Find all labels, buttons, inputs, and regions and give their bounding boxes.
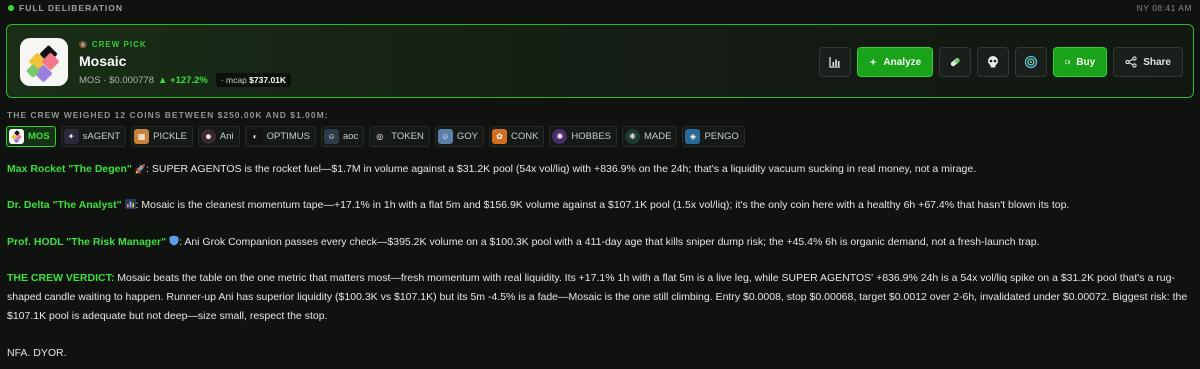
chip-mos[interactable]: MOS — [6, 126, 56, 147]
conk-avatar: ✿ — [491, 129, 507, 144]
wallet-icon — [1065, 60, 1071, 65]
risk-speaker: Prof. HODL "The Risk Manager" — [7, 236, 167, 248]
timestamp: NY 08:41 AM — [1136, 3, 1192, 13]
ani-avatar: ☻ — [200, 129, 216, 144]
mos-avatar — [9, 129, 24, 144]
chip-goy[interactable]: ☺ GOY — [434, 126, 484, 147]
chip-token[interactable]: ◎ TOKEN — [369, 126, 430, 147]
chip-pengo[interactable]: ◈ PENGO — [682, 126, 745, 147]
pill-button[interactable] — [939, 47, 972, 77]
crew-pick-label: ◉ CREW PICK — [79, 39, 147, 49]
risk-message: Prof. HODL "The Risk Manager" : Ani Grok… — [7, 233, 1193, 252]
sagent-avatar: ✦ — [63, 129, 79, 144]
pengo-avatar: ◈ — [685, 129, 701, 144]
mosaic-logo-icon — [26, 45, 59, 82]
coin-logo — [20, 38, 68, 86]
verdict-message: THE CREW VERDICT: Mosaic beats the table… — [7, 269, 1193, 326]
swirl-button[interactable] — [1015, 47, 1048, 77]
degen-text: : SUPER AGENTOS is the rocket fuel—$1.7M… — [146, 163, 977, 175]
optimus-avatar: ◐ — [247, 129, 263, 144]
chip-optimus[interactable]: ◐ OPTIMUS — [244, 126, 316, 147]
price-change: ▲ +127.2% — [158, 74, 208, 86]
pill-icon — [950, 58, 960, 67]
buy-button[interactable]: Buy — [1053, 47, 1108, 77]
skull-button[interactable] — [977, 47, 1010, 77]
made-avatar: ❋ — [625, 129, 641, 144]
verdict-speaker: THE CREW VERDICT: — [7, 272, 115, 284]
skull-icon — [988, 56, 999, 68]
aoc-avatar: ☺ — [323, 129, 339, 144]
risk-text: : Ani Grok Companion passes every check—… — [179, 236, 1040, 248]
goy-avatar: ☺ — [437, 129, 453, 144]
chip-ani[interactable]: ☻ Ani — [197, 126, 240, 147]
dot-icon — [8, 5, 14, 11]
sparkle-icon — [869, 58, 878, 66]
disclaimer: NFA. DYOR. — [7, 347, 67, 359]
analyze-button[interactable]: Analyze — [857, 47, 934, 77]
chip-conk[interactable]: ✿ CONK — [488, 126, 545, 147]
chart-bars-icon — [124, 196, 136, 215]
coin-chip-list: MOS ✦ sAGENT ▦ PICKLE ☻ Ani ◐ OPTIMUS ☺ … — [6, 126, 745, 147]
mode-label: FULL DELIBERATION — [19, 3, 124, 13]
coins-weighed-heading: THE CREW WEIGHED 12 COINS BETWEEN $250.0… — [7, 110, 329, 120]
chart-button[interactable] — [819, 47, 852, 77]
rocket-icon: 🚀 — [134, 164, 147, 174]
share-button[interactable]: Share — [1113, 47, 1183, 77]
pickle-avatar: ▦ — [134, 129, 150, 144]
verdict-text: Mosaic beats the table on the one metric… — [7, 272, 1188, 322]
hobbes-avatar: ✺ — [552, 129, 568, 144]
top-bar: FULL DELIBERATION NY 08:41 AM — [0, 0, 1200, 16]
analyst-message: Dr. Delta "The Analyst" : Mosaic is the … — [7, 196, 1193, 215]
swirl-icon — [1025, 55, 1038, 69]
mcap-badge: · mcap $737.01K — [215, 73, 292, 87]
chip-pickle[interactable]: ▦ PICKLE — [131, 126, 193, 147]
action-bar: Analyze Buy Share — [819, 47, 1183, 77]
mode-indicator: FULL DELIBERATION — [8, 3, 123, 13]
coin-stats: MOS · $0.000778 ▲ +127.2% · mcap $737.01… — [79, 73, 292, 87]
analyst-text: : Mosaic is the cleanest momentum tape—+… — [135, 199, 1070, 211]
crew-pick-card: ◉ CREW PICK Mosaic MOS · $0.000778 ▲ +12… — [6, 24, 1194, 98]
coin-name: Mosaic — [79, 53, 127, 69]
chart-icon — [829, 57, 841, 68]
chip-hobbes[interactable]: ✺ HOBBES — [549, 126, 618, 147]
chip-sagent[interactable]: ✦ sAGENT — [60, 126, 127, 147]
degen-message: Max Rocket "The Degen" 🚀: SUPER AGENTOS … — [7, 160, 1193, 179]
share-icon — [1125, 56, 1137, 68]
chip-aoc[interactable]: ☺ aoc — [320, 126, 365, 147]
chip-made[interactable]: ❋ MADE — [622, 126, 678, 147]
analyst-speaker: Dr. Delta "The Analyst" — [7, 199, 122, 211]
degen-speaker: Max Rocket "The Degen" — [7, 163, 132, 175]
shield-icon — [169, 233, 179, 252]
ticker-price: MOS · $0.000778 — [79, 74, 154, 86]
crew-pick-icon: ◉ — [79, 39, 88, 49]
token-avatar: ◎ — [372, 129, 388, 144]
